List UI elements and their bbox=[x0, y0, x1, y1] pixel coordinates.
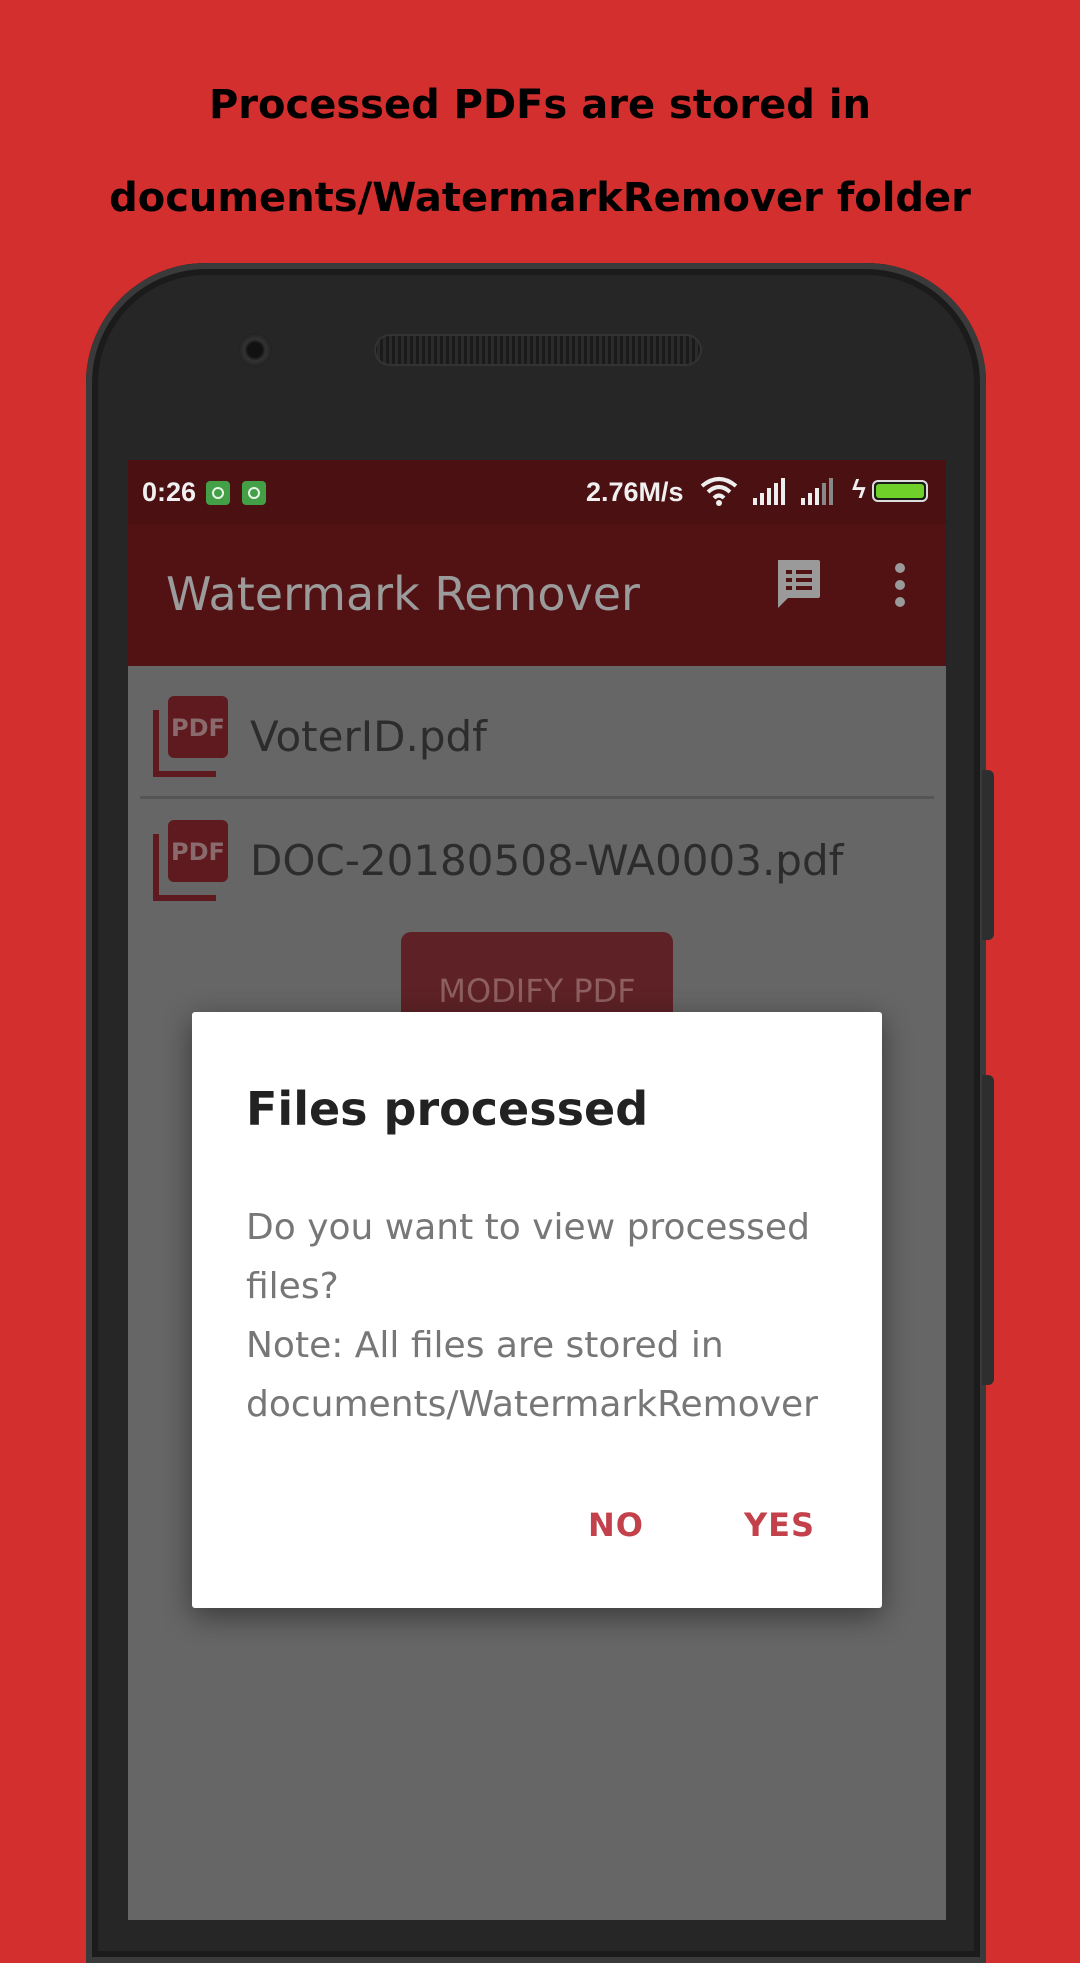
file-list-item[interactable]: PDF DOC-20180508-WA0003.pdf bbox=[128, 790, 946, 910]
phone-side-button bbox=[982, 1075, 994, 1385]
network-speed: 2.76M/s bbox=[586, 477, 684, 507]
signal-icon bbox=[801, 478, 833, 505]
dialog-message-line: Note: All files are stored in bbox=[246, 1325, 724, 1366]
pdf-icon: PDF bbox=[153, 696, 228, 777]
more-vert-icon[interactable] bbox=[892, 558, 908, 612]
status-bar: 0:26 2.76M/s ϟ bbox=[128, 460, 946, 524]
pdf-icon: PDF bbox=[153, 820, 228, 901]
wifi-icon bbox=[700, 477, 738, 506]
promo-line-1: Processed PDFs are stored in bbox=[208, 82, 872, 128]
dialog-message-line: Do you want to view processed bbox=[246, 1207, 810, 1248]
app-title: Watermark Remover bbox=[166, 567, 640, 621]
file-list-item[interactable]: PDF VoterID.pdf bbox=[128, 666, 946, 786]
dialog-title: Files processed bbox=[246, 1082, 649, 1136]
promo-line-2: documents/WatermarkRemover folder bbox=[109, 175, 971, 221]
files-processed-dialog: Files processed Do you want to view proc… bbox=[192, 1012, 882, 1608]
file-name: DOC-20180508-WA0003.pdf bbox=[250, 836, 844, 885]
dialog-message: Do you want to view processed files? Not… bbox=[246, 1198, 846, 1434]
charging-icon: ϟ bbox=[852, 474, 866, 504]
feedback-icon[interactable] bbox=[774, 558, 822, 612]
no-button[interactable]: NO bbox=[588, 1506, 644, 1544]
earpiece-speaker bbox=[374, 334, 702, 366]
phone-side-button bbox=[982, 770, 994, 940]
signal-icon bbox=[753, 478, 785, 505]
app-notification-icon bbox=[242, 481, 266, 505]
dialog-message-line: documents/WatermarkRemover bbox=[246, 1384, 818, 1425]
battery-icon bbox=[872, 480, 928, 502]
app-notification-icon bbox=[206, 481, 230, 505]
file-name: VoterID.pdf bbox=[250, 712, 487, 761]
svg-text:PDF: PDF bbox=[171, 838, 225, 866]
yes-button[interactable]: YES bbox=[744, 1506, 815, 1544]
dialog-message-line: files? bbox=[246, 1266, 339, 1307]
status-time: 0:26 bbox=[142, 477, 197, 507]
svg-text:PDF: PDF bbox=[171, 714, 225, 742]
front-camera bbox=[238, 333, 272, 367]
app-bar: Watermark Remover bbox=[128, 524, 946, 666]
